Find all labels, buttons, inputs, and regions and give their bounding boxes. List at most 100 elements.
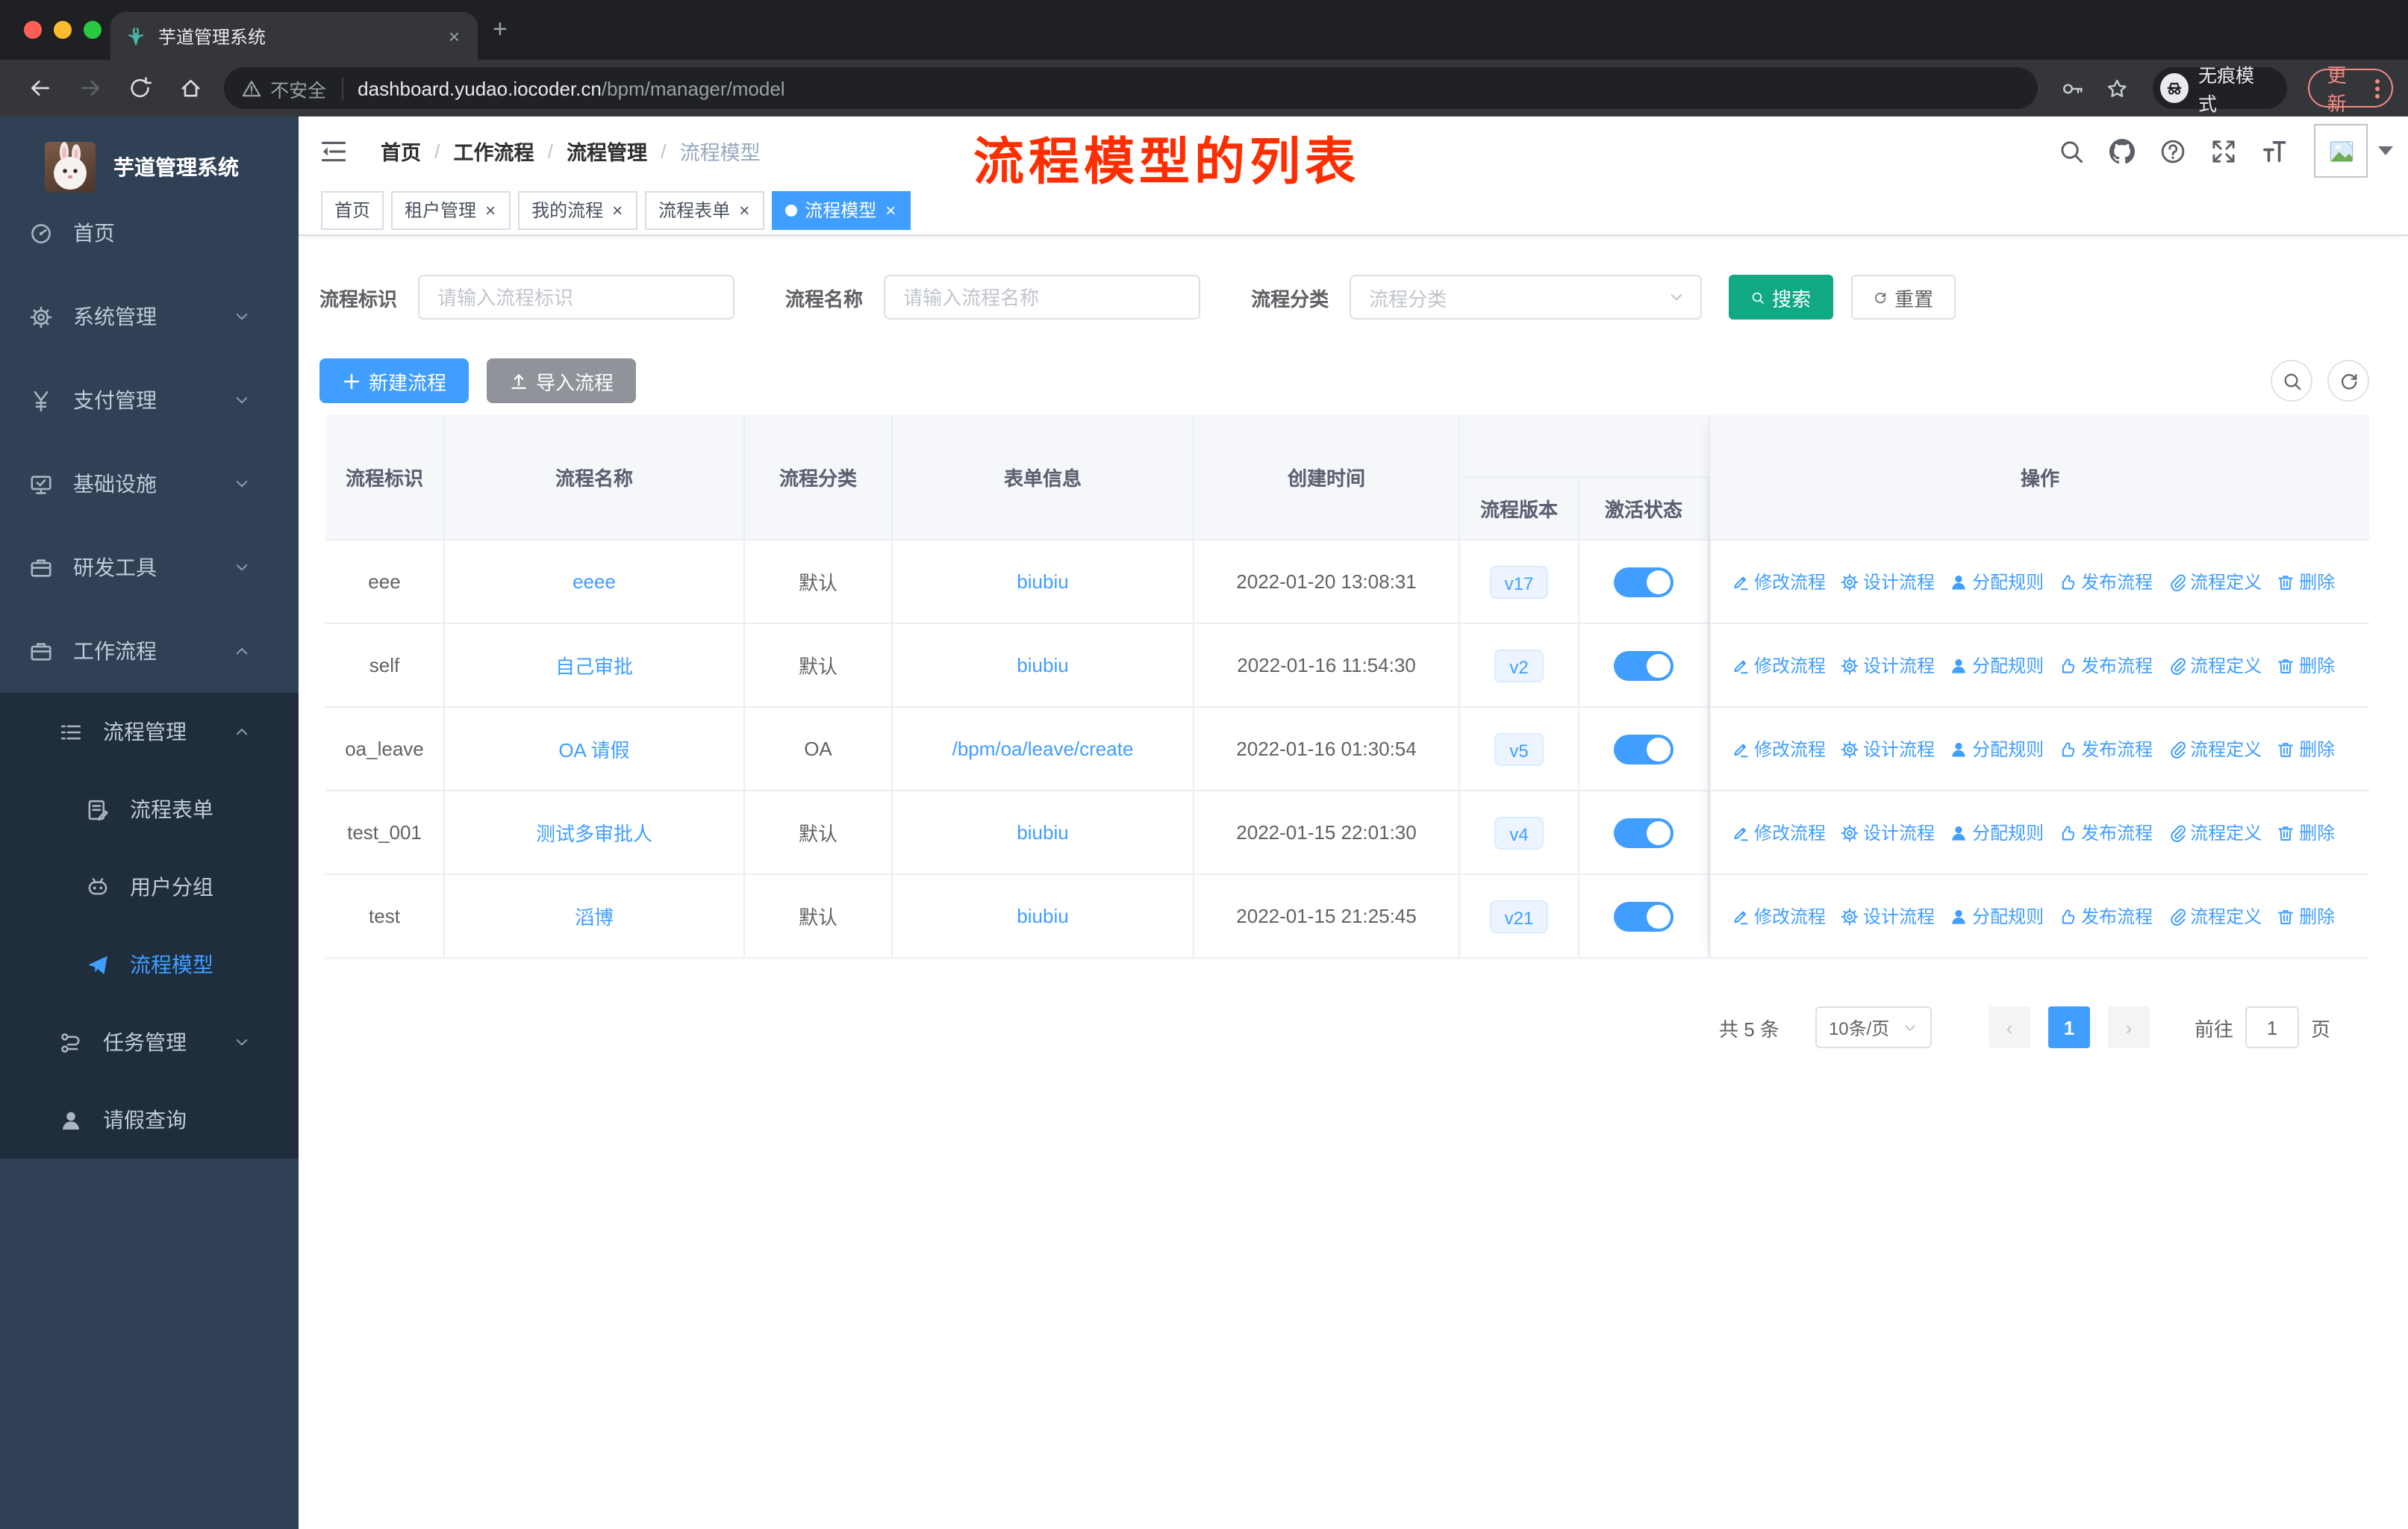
action-分配规则[interactable]: 分配规则	[1950, 820, 2044, 845]
sidebar-item-process-form[interactable]: 流程表单	[0, 770, 299, 848]
process-category-select[interactable]: 流程分类	[1350, 275, 1703, 320]
import-process-button[interactable]: 导入流程	[487, 358, 637, 403]
tab-close-icon[interactable]: ×	[446, 25, 463, 47]
next-page-button[interactable]: ›	[2107, 1006, 2150, 1048]
form-info-link[interactable]: biubiu	[1017, 905, 1068, 927]
action-修改流程[interactable]: 修改流程	[1732, 653, 1826, 678]
action-流程定义[interactable]: 流程定义	[2168, 736, 2262, 762]
form-info-link[interactable]: /bpm/oa/leave/create	[952, 738, 1134, 760]
active-toggle[interactable]	[1614, 734, 1674, 764]
back-icon[interactable]	[28, 76, 52, 100]
search-button[interactable]: 搜索	[1729, 275, 1834, 320]
tab-首页[interactable]: 首页	[321, 190, 384, 229]
action-设计流程[interactable]: 设计流程	[1841, 653, 1935, 678]
process-name-link[interactable]: eeee	[573, 570, 616, 593]
minimize-window-button[interactable]	[54, 21, 72, 39]
action-分配规则[interactable]: 分配规则	[1950, 903, 2044, 929]
action-设计流程[interactable]: 设计流程	[1841, 569, 1935, 594]
help-icon[interactable]	[2159, 138, 2185, 164]
home-icon[interactable]	[178, 76, 202, 100]
zoom-window-button[interactable]	[84, 21, 102, 39]
breadcrumb-item[interactable]: 工作流程	[454, 136, 534, 166]
bookmark-star-icon[interactable]	[2107, 77, 2129, 99]
caret-down-icon[interactable]	[2378, 146, 2393, 155]
search-icon[interactable]	[2058, 138, 2083, 164]
action-发布流程[interactable]: 发布流程	[2059, 820, 2153, 845]
action-修改流程[interactable]: 修改流程	[1732, 903, 1826, 929]
close-icon[interactable]: ×	[884, 201, 897, 219]
action-修改流程[interactable]: 修改流程	[1732, 736, 1826, 762]
reload-icon[interactable]	[128, 76, 152, 100]
sidebar-item-devtools[interactable]: 研发工具	[0, 526, 299, 609]
action-删除[interactable]: 删除	[2277, 820, 2335, 845]
browser-menu-icon[interactable]	[2375, 78, 2380, 98]
action-流程定义[interactable]: 流程定义	[2168, 903, 2262, 929]
avatar[interactable]	[2314, 124, 2368, 178]
sidebar-logo[interactable]: 芋道管理系统	[0, 116, 299, 200]
process-name-link[interactable]: OA 请假	[558, 735, 629, 763]
reset-button[interactable]: 重置	[1851, 275, 1956, 320]
action-流程定义[interactable]: 流程定义	[2168, 653, 2262, 678]
action-修改流程[interactable]: 修改流程	[1732, 569, 1826, 594]
tab-我的流程[interactable]: 我的流程 ×	[518, 190, 638, 229]
fullscreen-icon[interactable]	[2210, 138, 2236, 164]
tab-流程表单[interactable]: 流程表单 ×	[645, 190, 765, 229]
sidebar-item-process-model[interactable]: 流程模型	[0, 926, 299, 1003]
sidebar-item-home[interactable]: 首页	[0, 191, 299, 275]
close-icon[interactable]: ×	[611, 201, 624, 219]
browser-tab[interactable]: 芋道管理系统 ×	[110, 12, 478, 60]
active-toggle[interactable]	[1614, 901, 1674, 931]
sidebar-item-workflow[interactable]: 工作流程	[0, 609, 299, 693]
github-icon[interactable]	[2109, 138, 2134, 164]
active-toggle[interactable]	[1614, 818, 1674, 847]
process-name-link[interactable]: 自己审批	[555, 651, 633, 679]
close-icon[interactable]: ×	[484, 201, 497, 219]
action-删除[interactable]: 删除	[2277, 569, 2335, 594]
action-分配规则[interactable]: 分配规则	[1950, 736, 2044, 762]
collapse-sidebar-icon[interactable]	[319, 140, 348, 162]
action-设计流程[interactable]: 设计流程	[1841, 903, 1935, 929]
action-删除[interactable]: 删除	[2277, 736, 2335, 762]
window-controls[interactable]	[24, 21, 102, 39]
action-分配规则[interactable]: 分配规则	[1950, 569, 2044, 594]
font-size-icon[interactable]	[2261, 138, 2286, 164]
action-设计流程[interactable]: 设计流程	[1841, 820, 1935, 845]
sidebar-item-leave-query[interactable]: 请假查询	[0, 1081, 299, 1159]
process-name-link[interactable]: 滔博	[575, 902, 614, 930]
tab-流程模型[interactable]: 流程模型 ×	[772, 190, 911, 229]
close-icon[interactable]: ×	[737, 201, 751, 219]
sidebar-item-task-manage[interactable]: 任务管理	[0, 1003, 299, 1081]
process-name-link[interactable]: 测试多审批人	[536, 818, 652, 847]
action-发布流程[interactable]: 发布流程	[2059, 903, 2153, 929]
sidebar-item-pay[interactable]: 支付管理	[0, 358, 299, 442]
process-name-input[interactable]	[884, 275, 1201, 320]
form-info-link[interactable]: biubiu	[1017, 654, 1068, 676]
action-设计流程[interactable]: 设计流程	[1841, 736, 1935, 762]
tab-租户管理[interactable]: 租户管理 ×	[391, 190, 511, 229]
prev-page-button[interactable]: ‹	[1988, 1006, 2030, 1048]
security-label[interactable]: 不安全	[270, 74, 326, 102]
sidebar-item-process-manage[interactable]: 流程管理	[0, 693, 299, 770]
active-toggle[interactable]	[1614, 650, 1674, 680]
action-分配规则[interactable]: 分配规则	[1950, 653, 2044, 678]
toggle-search-button[interactable]	[2271, 360, 2312, 402]
action-发布流程[interactable]: 发布流程	[2059, 569, 2153, 594]
password-key-icon[interactable]	[2062, 77, 2083, 99]
current-page-button[interactable]: 1	[2047, 1006, 2090, 1048]
action-流程定义[interactable]: 流程定义	[2168, 569, 2262, 594]
close-window-button[interactable]	[24, 21, 42, 39]
forward-icon[interactable]	[78, 76, 102, 100]
process-key-input[interactable]	[418, 275, 735, 320]
action-发布流程[interactable]: 发布流程	[2059, 736, 2153, 762]
action-删除[interactable]: 删除	[2277, 903, 2335, 929]
form-info-link[interactable]: biubiu	[1017, 821, 1068, 844]
sidebar-item-user-group[interactable]: 用户分组	[0, 848, 299, 926]
action-流程定义[interactable]: 流程定义	[2168, 820, 2262, 845]
address-bar[interactable]: 不安全 dashboard.yudao.iocoder.cn /bpm/mana…	[224, 67, 2039, 109]
new-tab-button[interactable]: +	[493, 16, 508, 42]
sidebar-item-system[interactable]: 系统管理	[0, 275, 299, 358]
breadcrumb-item[interactable]: 流程管理	[567, 136, 647, 166]
refresh-table-button[interactable]	[2327, 360, 2369, 402]
form-info-link[interactable]: biubiu	[1017, 570, 1068, 593]
action-发布流程[interactable]: 发布流程	[2059, 653, 2153, 678]
